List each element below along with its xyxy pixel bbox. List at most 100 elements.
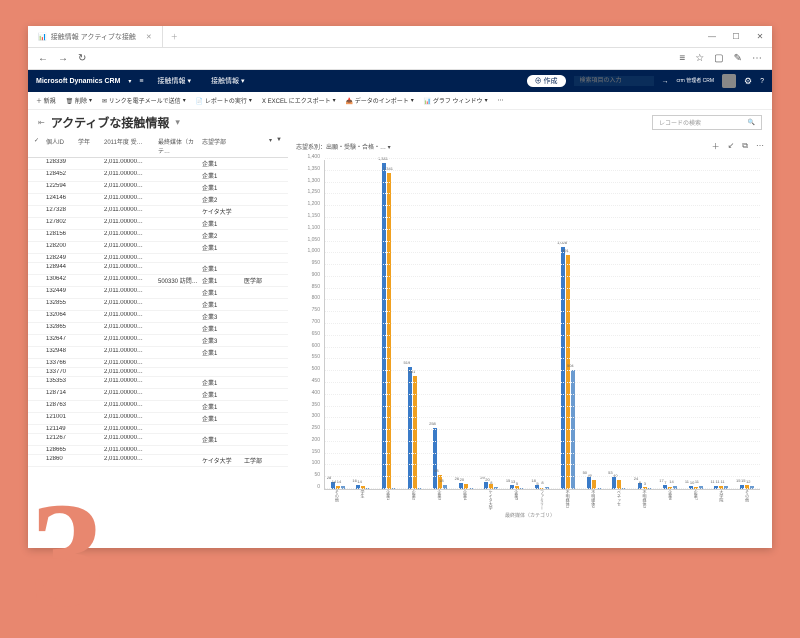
chart-refresh-icon[interactable]: ↙ [728, 141, 735, 152]
table-row[interactable]: 1287632,011.00000…企業1 [28, 401, 288, 413]
help-icon[interactable]: ? [760, 78, 764, 85]
table-row[interactable]: 1328552,011.00000…企業1 [28, 299, 288, 311]
x-tick-label: ベネッセ [616, 490, 622, 510]
star-icon[interactable]: ☆ [695, 53, 704, 64]
gear-icon[interactable]: ⚙ [744, 76, 752, 87]
reload-button[interactable]: ↻ [78, 53, 86, 64]
chart-title[interactable]: 志望系別：出願・受験・合格・… ▾ [296, 142, 391, 151]
x-tick-label: その他 [744, 490, 750, 510]
new-button[interactable]: ＋ 新規 [36, 96, 56, 105]
table-row[interactable]: 1241462,011.00000…企業2 [28, 194, 288, 206]
x-tick-label: ファミリー [539, 490, 545, 510]
x-tick-label: 不明媒体3 [642, 490, 648, 510]
table-row[interactable]: 1353532,011.00000…企業1 [28, 377, 288, 389]
table-row[interactable]: 1306422,011.00000…500330 訪問…企業1医学部 [28, 275, 288, 287]
titlebar: 📊 接触情報 アクティブな接触 ✕ ＋ — ☐ ✕ [28, 26, 772, 48]
table-row[interactable]: 1337662,011.00000… [28, 359, 288, 368]
bar-group[interactable]: 2585818 [433, 428, 447, 489]
nav-contacts[interactable]: 接触情報 ▾ [152, 74, 197, 88]
table-row[interactable]: 1210012,011.00000…企業1 [28, 413, 288, 425]
search-icon: 🔍 [748, 119, 755, 126]
table-row[interactable]: 1286652,011.00000… [28, 446, 288, 455]
table-row[interactable]: 1282002,011.00000…企業1 [28, 242, 288, 254]
table-row[interactable]: 1324492,011.00000…企業1 [28, 287, 288, 299]
nav-contacts-sub[interactable]: 接触情報 ▾ [205, 74, 250, 88]
table-row[interactable]: 1337702,011.00000… [28, 368, 288, 377]
crm-header: Microsoft Dynamics CRM ▾ ≡ 接触情報 ▾ 接触情報 ▾… [28, 70, 772, 92]
table-row[interactable]: 1284522,011.00000…企業1 [28, 170, 288, 182]
menu-icon[interactable]: ≡ [139, 78, 143, 85]
table-row[interactable]: 1278022,011.00000…企業1 [28, 218, 288, 230]
table-row[interactable]: 1326472,011.00000…企業3 [28, 335, 288, 347]
col-id[interactable]: 個人ID [44, 137, 76, 155]
table-row[interactable]: 1328652,011.00000…企業1 [28, 323, 288, 335]
table-row[interactable]: 1273282,011.00000…ケイタ大学 [28, 206, 288, 218]
x-tick-label: 学生 [359, 490, 365, 510]
tab-title: 接触情報 アクティブな接触 [51, 32, 136, 42]
select-all-checkbox[interactable]: ✓ [32, 137, 44, 155]
chart-expand-icon[interactable]: ⧉ [742, 141, 748, 152]
search-go-icon[interactable]: → [662, 78, 669, 85]
chart-toggle-button[interactable]: 📊 グラフ ウィンドウ ▾ [424, 96, 488, 105]
edit-icon[interactable]: ✎ [734, 53, 742, 64]
table-row[interactable]: 1287142,011.00000…企業1 [28, 389, 288, 401]
filter-icon[interactable]: ▼ [276, 137, 282, 155]
bar-group[interactable]: 519481 [408, 367, 422, 489]
close-tab-icon[interactable]: ✕ [146, 33, 152, 41]
reading-icon[interactable]: ▢ [714, 53, 723, 64]
collapse-icon[interactable]: ⇤ [38, 118, 45, 127]
overlay-number: 3 [30, 480, 105, 630]
run-report-button[interactable]: 📄 レポートの実行 ▾ [196, 96, 252, 105]
page-title: アクティブな接触情報 [51, 114, 170, 131]
table-row[interactable]: 1281562,011.00000…企業2 [28, 230, 288, 242]
excel-export-button[interactable]: Ⅹ EXCEL にエクスポート ▾ [262, 96, 336, 105]
browser-tab[interactable]: 📊 接触情報 アクティブな接触 ✕ [28, 26, 163, 48]
tab-icon: 📊 [38, 33, 47, 41]
x-tick-label: 企業7 [693, 490, 699, 510]
column-dropdown-icon[interactable]: ▾ [269, 137, 272, 155]
crm-logo[interactable]: Microsoft Dynamics CRM [36, 78, 120, 85]
more-icon[interactable]: ⋯ [752, 53, 762, 64]
table-row[interactable]: 1225942,011.00000…企業1 [28, 182, 288, 194]
table-row[interactable]: 1289442,011.00000…企業1 [28, 263, 288, 275]
create-button[interactable]: ⊕ 作成 [527, 75, 566, 87]
email-link-button[interactable]: ✉ リンクを電子メールで送信 ▾ [102, 96, 186, 105]
user-label[interactable]: crm 管理者 CRM [677, 79, 715, 84]
delete-button[interactable]: 🗑 削除 ▾ [66, 96, 92, 105]
logo-dropdown-icon[interactable]: ▾ [128, 78, 131, 85]
avatar[interactable] [722, 74, 736, 88]
close-button[interactable]: ✕ [748, 32, 772, 41]
table-row[interactable]: 1212672,011.00000…企業1 [28, 434, 288, 446]
command-bar: ＋ 新規 🗑 削除 ▾ ✉ リンクを電子メールで送信 ▾ 📄 レポートの実行 ▾… [28, 92, 772, 110]
x-tick-label: その他 [334, 490, 340, 510]
new-tab-button[interactable]: ＋ [163, 32, 186, 42]
x-tick-label: 企業5 [513, 490, 519, 510]
header-search-input[interactable] [574, 76, 654, 86]
table-row[interactable]: 1329482,011.00000…企業1 [28, 347, 288, 359]
x-tick-label: 企業1 [385, 490, 391, 510]
col-2011[interactable]: 2011年度 受… [102, 137, 156, 155]
import-button[interactable]: 📥 データのインポート ▾ [346, 96, 414, 105]
table-row[interactable]: 1320642,011.00000…企業3 [28, 311, 288, 323]
maximize-button[interactable]: ☐ [724, 32, 748, 41]
table-row[interactable]: 1282492,011.00000… [28, 254, 288, 263]
table-row[interactable]: 1211492,011.00000… [28, 425, 288, 434]
forward-button[interactable]: → [58, 53, 68, 64]
hub-icon[interactable]: ≡ [679, 53, 685, 64]
browser-window: 📊 接触情報 アクティブな接触 ✕ ＋ — ☐ ✕ ← → ↻ ≡ ☆ ▢ ✎ … [28, 26, 772, 548]
view-dropdown-icon[interactable]: ▾ [175, 117, 180, 128]
minimize-button[interactable]: — [700, 32, 724, 41]
x-tick-label: 企業3 [436, 490, 442, 510]
table-row[interactable]: 128602,011.00000…ケイタ大学工学部 [28, 455, 288, 467]
col-year[interactable]: 学年 [76, 137, 102, 155]
chart-x-label: 最終媒体（カテゴリ） [296, 512, 764, 519]
col-dept[interactable]: 志望学部 [200, 137, 242, 155]
table-row[interactable]: 1283392,011.00000…企業1 [28, 158, 288, 170]
col-media[interactable]: 最終媒体（カテ… [156, 137, 200, 155]
record-search-input[interactable]: レコードの検索🔍 [652, 115, 762, 130]
chart-add-icon[interactable]: ＋ [712, 141, 720, 152]
more-commands-icon[interactable]: ⋯ [498, 97, 504, 104]
back-button[interactable]: ← [38, 53, 48, 64]
chart-more-icon[interactable]: ⋯ [756, 141, 764, 152]
x-tick-label: 企業2 [411, 490, 417, 510]
